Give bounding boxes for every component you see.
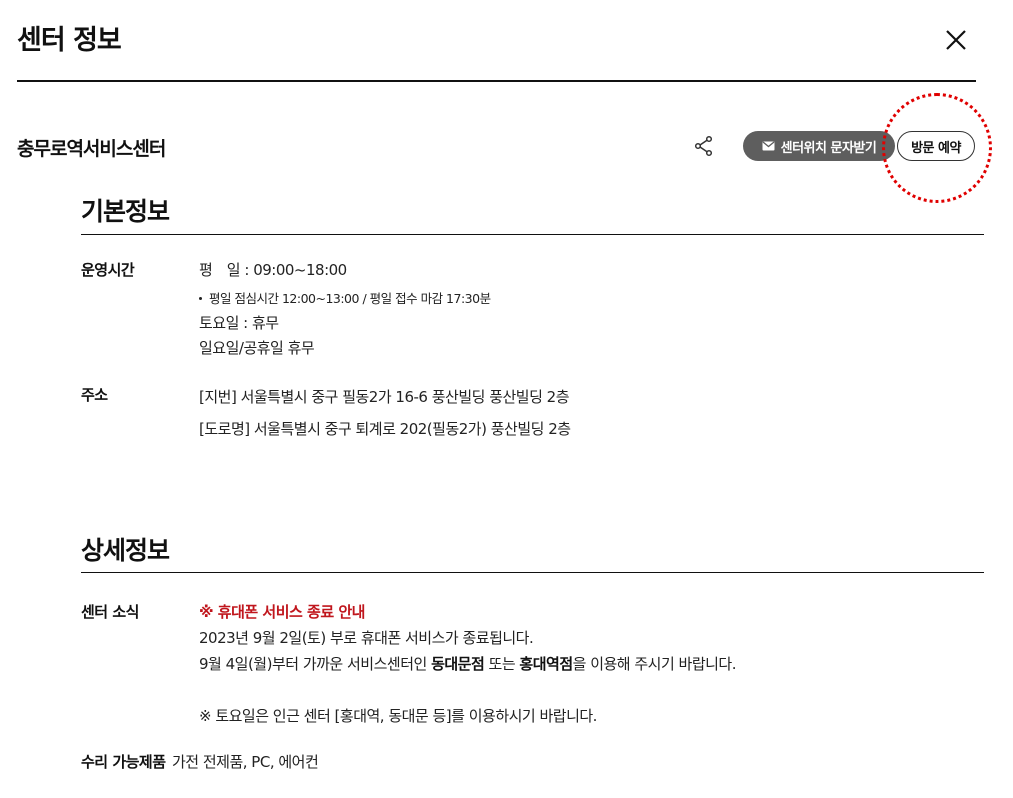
detail-info-divider: [81, 572, 984, 573]
address-road: [도로명] 서울특별시 중구 퇴계로 202(필동2가) 풍산빌딩 2층: [199, 420, 571, 438]
sms-location-button[interactable]: 센터위치 문자받기: [743, 131, 895, 161]
close-icon[interactable]: [940, 24, 972, 56]
hours-label: 운영시간: [81, 261, 135, 279]
weekday-note: 평일 점심시간 12:00~13:00 / 평일 접수 마감 17:30분: [199, 288, 491, 307]
basic-info-divider: [81, 234, 984, 235]
saturday-hours: 토요일 : 휴무: [199, 314, 279, 332]
address-lot: [지번] 서울특별시 중구 필동2가 16-6 풍산빌딩 풍산빌딩 2층: [199, 388, 570, 406]
notice-line-2: 9월 4일(월)부터 가까운 서비스센터인 동대문점 또는 홍대역점을 이용해 …: [199, 655, 737, 673]
detail-info-title: 상세정보: [81, 536, 170, 565]
basic-info-title: 기본정보: [81, 197, 170, 226]
sms-button-label: 센터위치 문자받기: [780, 140, 877, 156]
visit-reservation-button[interactable]: 방문 예약: [897, 131, 975, 161]
news-label: 센터 소식: [81, 603, 139, 621]
notice-line-1: 2023년 9월 2일(토) 부로 휴대폰 서비스가 종료됩니다.: [199, 629, 534, 647]
sunday-hours: 일요일/공휴일 휴무: [199, 339, 315, 357]
center-name: 충무로역서비스센터: [17, 138, 166, 160]
repair-value: 가전 전제품, PC, 에어컨: [172, 753, 319, 771]
repair-label: 수리 가능제품: [81, 753, 166, 771]
mail-icon: [762, 141, 775, 151]
bullet-icon: [199, 297, 202, 300]
notice-title: ※ 휴대폰 서비스 종료 안내: [199, 603, 365, 621]
notice-line-3: ※ 토요일은 인근 센터 [홍대역, 동대문 등]를 이용하시기 바랍니다.: [199, 707, 597, 725]
header-divider: [17, 80, 976, 82]
address-label: 주소: [81, 386, 108, 404]
share-icon[interactable]: [692, 134, 716, 158]
weekday-hours: 평 일 : 09:00~18:00: [199, 261, 347, 279]
page-title: 센터 정보: [17, 25, 122, 56]
